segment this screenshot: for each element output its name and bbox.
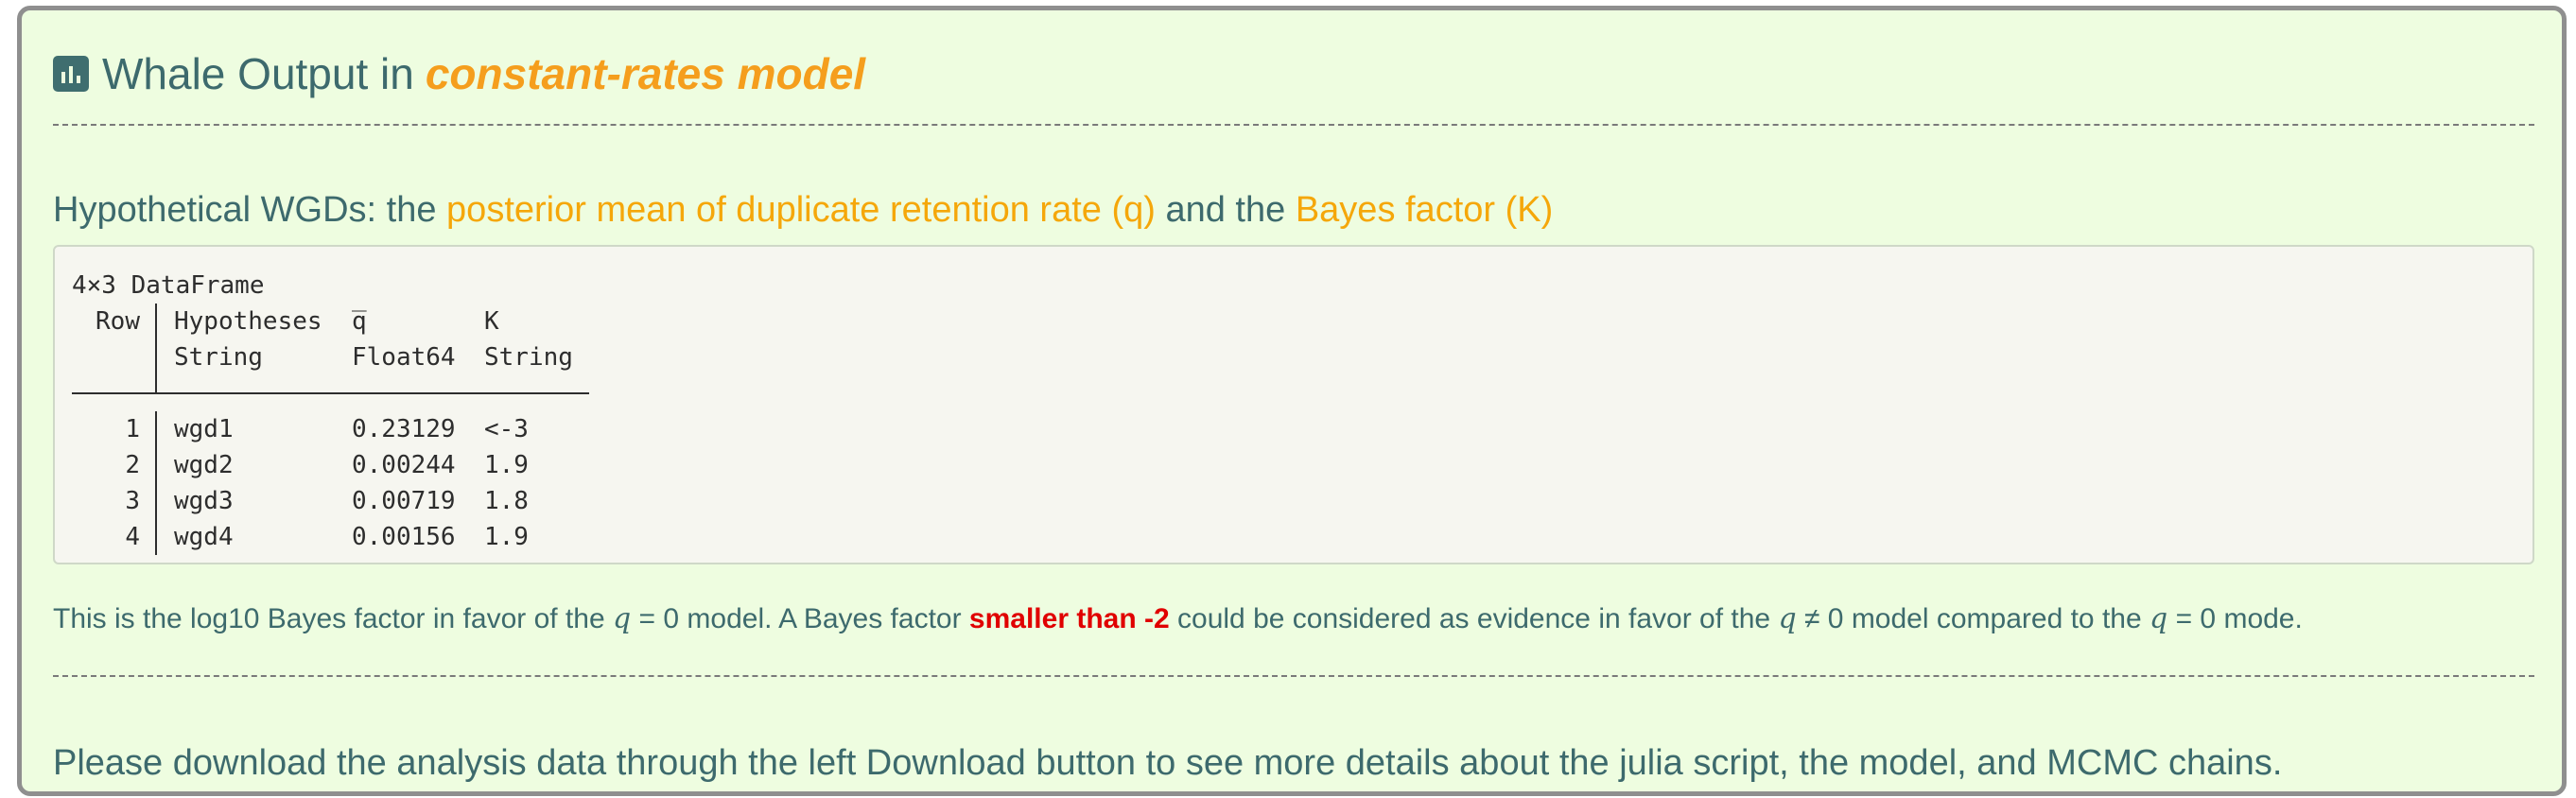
bar-chart-icon xyxy=(53,56,89,92)
subtitle-part2: and the xyxy=(1165,190,1286,230)
whale-output-panel: Whale Output in constant-rates model Hyp… xyxy=(17,6,2567,796)
row-k: 1.9 xyxy=(484,523,529,551)
row-q-mean: 0.23129 xyxy=(352,415,456,443)
row-k: 1.8 xyxy=(484,487,529,515)
row-hypothesis: wgd1 xyxy=(174,415,234,443)
section-subtitle: Hypothetical WGDs: the posterior mean of… xyxy=(53,190,1553,231)
table-separator xyxy=(72,375,589,411)
divider-bottom xyxy=(53,675,2534,677)
table-row: 3 wgd3 0.00719 1.8 xyxy=(72,483,529,519)
header-k: K xyxy=(484,307,499,336)
dataframe-caption: 4×3 DataFrame xyxy=(72,271,265,300)
type-q-mean: Float64 xyxy=(352,343,456,372)
row-hypothesis: wgd4 xyxy=(174,523,234,551)
title-model-name: constant-rates model xyxy=(425,49,866,98)
panel-title: Whale Output in constant-rates model xyxy=(53,41,865,107)
row-number: 1 xyxy=(125,415,140,443)
divider-top xyxy=(53,124,2534,126)
row-number: 3 xyxy=(125,487,140,515)
bayes-factor-note: This is the log10 Bayes factor in favor … xyxy=(53,602,2303,635)
download-instructions: Please download the analysis data throug… xyxy=(53,743,2283,783)
subtitle-part1: Hypothetical WGDs: the xyxy=(53,190,437,230)
title-prefix: Whale Output in xyxy=(102,49,414,98)
header-q-mean: q̅ xyxy=(352,307,367,336)
header-row-label: Row xyxy=(96,307,140,336)
row-number: 2 xyxy=(125,451,140,479)
row-q-mean: 0.00244 xyxy=(352,451,456,479)
row-number: 4 xyxy=(125,523,140,551)
type-row: String Float64 String xyxy=(72,339,573,375)
table-row: 4 wgd4 0.00156 1.9 xyxy=(72,519,529,555)
header-row: Row Hypotheses q̅ K xyxy=(72,304,499,339)
table-column-divider xyxy=(155,304,157,375)
type-k: String xyxy=(484,343,573,372)
row-hypothesis: wgd2 xyxy=(174,451,234,479)
subtitle-highlight-retention-rate: posterior mean of duplicate retention ra… xyxy=(446,190,1156,230)
table-row: 2 wgd2 0.00244 1.9 xyxy=(72,447,529,483)
row-hypothesis: wgd3 xyxy=(174,487,234,515)
row-k: <-3 xyxy=(484,415,529,443)
row-q-mean: 0.00719 xyxy=(352,487,456,515)
header-hypotheses: Hypotheses xyxy=(174,307,322,336)
dataframe-table: 4×3 DataFrame Row Hypotheses q̅ K String… xyxy=(72,268,589,555)
dataframe-output-box: 4×3 DataFrame Row Hypotheses q̅ K String… xyxy=(53,245,2534,564)
table-row: 1 wgd1 0.23129 <-3 xyxy=(72,411,529,447)
subtitle-highlight-bayes-factor: Bayes factor (K) xyxy=(1295,190,1554,230)
type-hypotheses: String xyxy=(174,343,263,372)
row-k: 1.9 xyxy=(484,451,529,479)
threshold-highlight: smaller than -2 xyxy=(968,603,1170,634)
row-q-mean: 0.00156 xyxy=(352,523,456,551)
table-column-divider xyxy=(155,411,157,555)
